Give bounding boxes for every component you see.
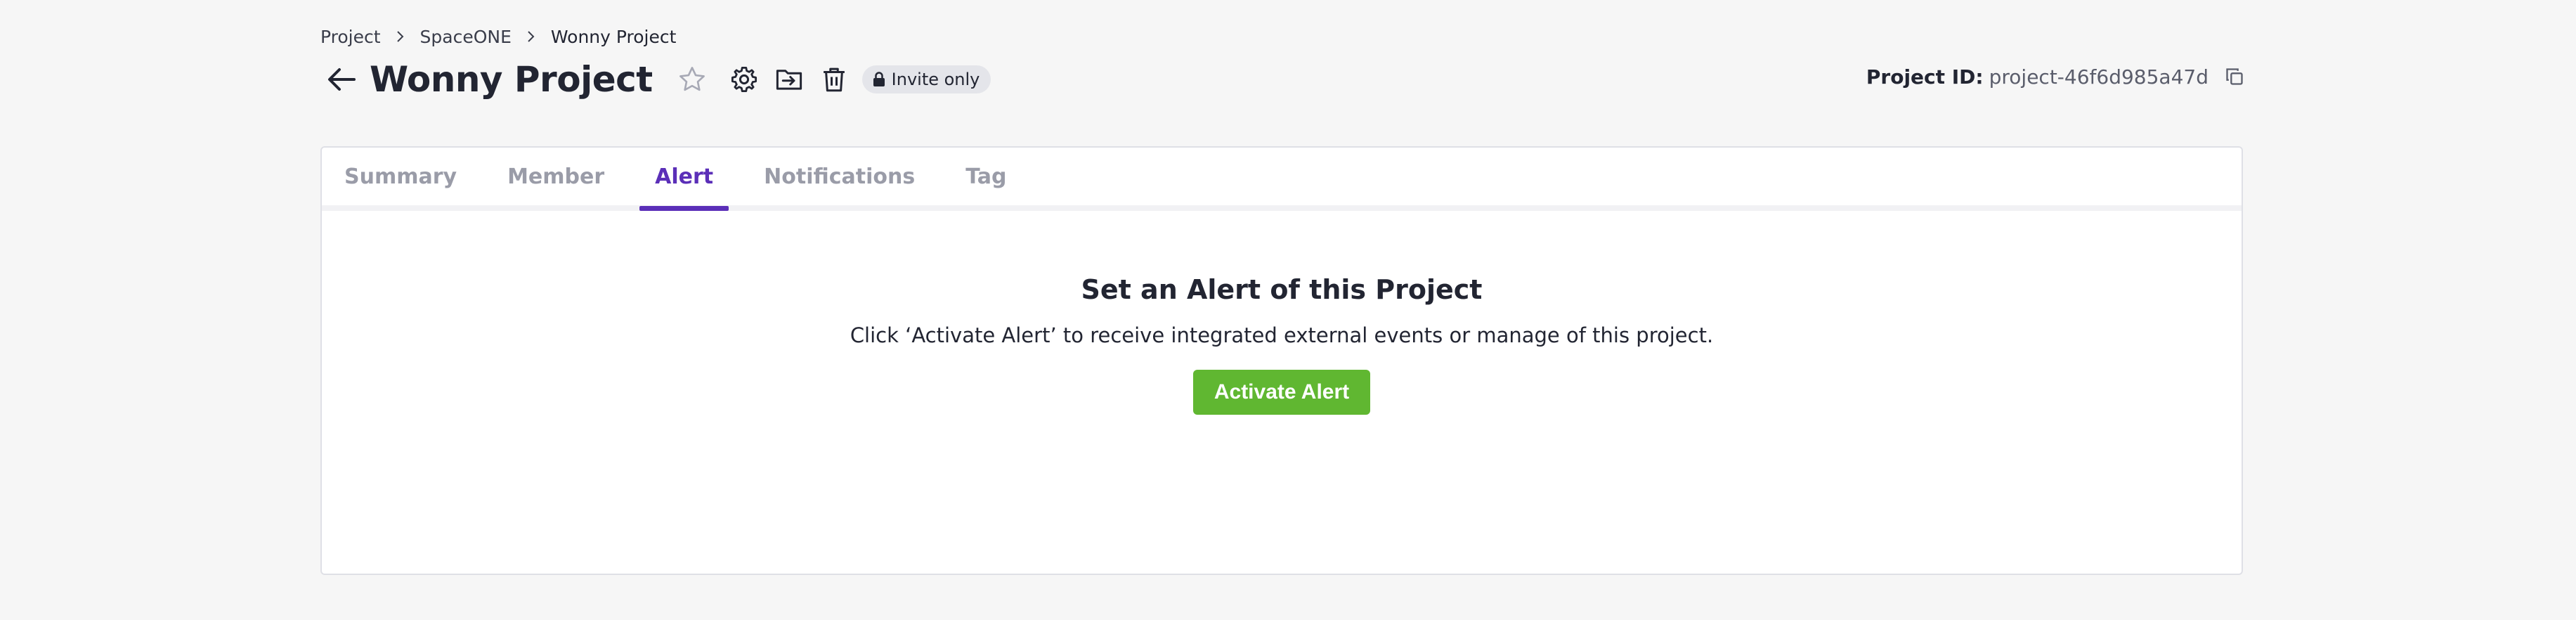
project-detail-card: Summary Member Alert Notifications Tag S… [320,146,2243,575]
project-id-value: project-46f6d985a47d [1989,65,2209,89]
activate-alert-button[interactable]: Activate Alert [1192,370,1371,415]
trash-icon[interactable] [814,60,854,99]
tab-bar: Summary Member Alert Notifications Tag [322,148,2242,211]
title-row: Wonny Project Invite only [320,55,991,104]
tab-tag[interactable]: Tag [950,148,1022,205]
back-arrow-icon[interactable] [320,58,363,101]
breadcrumb-current: Wonny Project [550,26,677,47]
page-title: Wonny Project [370,59,653,100]
chevron-right-icon [512,25,551,48]
tab-summary[interactable]: Summary [329,148,472,205]
tab-notifications[interactable]: Notifications [748,148,930,205]
alert-panel-title: Set an Alert of this Project [1081,274,1483,305]
project-id: Project ID: project-46f6d985a47d [1866,63,2245,91]
move-folder-icon[interactable] [769,60,809,99]
breadcrumb-project[interactable]: Project [320,27,381,47]
tab-member[interactable]: Member [492,148,620,205]
gear-icon[interactable] [724,60,764,99]
chevron-right-icon [381,25,420,48]
copy-icon[interactable] [2224,66,2245,87]
breadcrumb-spaceone[interactable]: SpaceONE [420,27,512,47]
project-page: Project SpaceONE Wonny Project Wonny Pro… [0,0,2576,620]
visibility-badge: Invite only [861,65,991,93]
alert-panel: Set an Alert of this Project Click ‘Acti… [322,217,2242,574]
project-id-label: Project ID: [1866,65,1984,89]
breadcrumb: Project SpaceONE Wonny Project [320,25,676,48]
alert-panel-description: Click ‘Activate Alert’ to receive integr… [850,323,1714,347]
tab-alert[interactable]: Alert [639,148,729,211]
badge-label: Invite only [891,70,980,89]
lock-icon [873,72,885,86]
star-icon[interactable] [672,60,712,99]
